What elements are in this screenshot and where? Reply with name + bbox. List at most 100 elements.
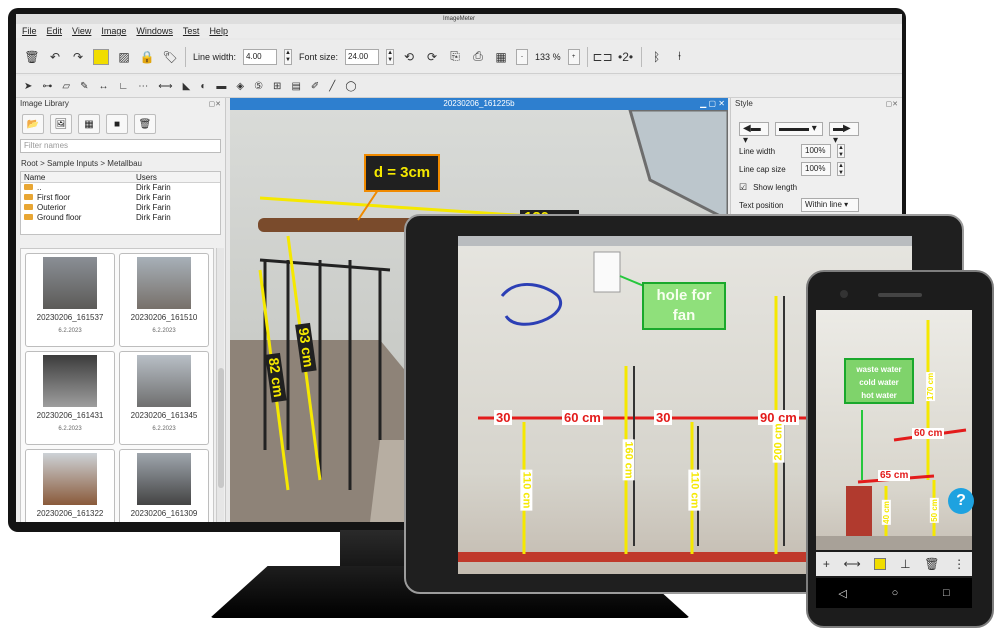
trash-icon[interactable]: 🗑	[24, 49, 40, 65]
menu-windows[interactable]: Windows	[136, 24, 173, 38]
undo-icon[interactable]: ↶	[47, 49, 63, 65]
area-tool-icon[interactable]: ◣	[183, 81, 191, 92]
label-110b[interactable]: 110 cm	[688, 469, 701, 511]
thumbnail-card[interactable]: 20230206_161309	[119, 449, 209, 522]
column-header-name[interactable]: Name	[21, 172, 133, 182]
label-30b[interactable]: 30	[654, 410, 673, 425]
delete-icon[interactable]: 🗑	[134, 114, 156, 134]
pen-tool-icon[interactable]: ✎	[80, 81, 88, 92]
label-60[interactable]: 60 cm	[562, 410, 603, 425]
image-icon[interactable]: 🖼	[50, 114, 72, 134]
home-icon[interactable]: ○	[892, 587, 899, 599]
brush-icon[interactable]: ⊥	[900, 557, 910, 571]
library-scrollbar[interactable]	[216, 248, 224, 522]
label-160[interactable]: 160 cm	[622, 439, 635, 481]
thumbnail-card[interactable]: 20230206_161431 6.2.2023	[25, 351, 115, 445]
angle-tool-icon[interactable]: ∟	[118, 81, 128, 92]
label-40[interactable]: 40 cm	[881, 500, 891, 525]
table-row[interactable]: Outerior Dirk Farin	[21, 203, 220, 213]
line-width-spinner[interactable]: ▲ ▼	[284, 48, 293, 65]
text-tool-icon[interactable]: ⊞	[273, 81, 281, 92]
add-icon[interactable]: +	[823, 557, 830, 571]
label-50[interactable]: 50 cm	[929, 498, 939, 523]
menu-test[interactable]: Test	[183, 24, 200, 38]
column-header-users[interactable]: Users	[133, 172, 213, 182]
no-fill-icon[interactable]: ▨	[116, 49, 132, 65]
chain-measure-tool-icon[interactable]: ⋯	[138, 81, 148, 92]
straight-line-tool-icon[interactable]: ╱	[329, 81, 335, 92]
help-button[interactable]: ?	[948, 488, 974, 514]
table-row[interactable]: Ground floor Dirk Farin	[21, 213, 220, 223]
arrow-end-select[interactable]: ▬▶ ▾	[829, 122, 859, 146]
rotate-left-icon[interactable]: ⟲	[401, 49, 417, 65]
label-65[interactable]: 65 cm	[878, 470, 911, 481]
table-row[interactable]: First floor Dirk Farin	[21, 193, 220, 203]
note-hole-for-fan[interactable]: hole for fan	[642, 282, 726, 330]
panel-controls-icon[interactable]: ▢✕	[209, 99, 221, 111]
menu-view[interactable]: View	[72, 24, 91, 38]
label-diameter[interactable]: d = 3cm	[364, 154, 440, 192]
label-30a[interactable]: 30	[494, 410, 513, 425]
zoom-out-button[interactable]: -	[516, 48, 529, 65]
arrow-start-select[interactable]: ◀▬ ▾	[739, 122, 769, 146]
freehand-tool-icon[interactable]: ✐	[311, 81, 319, 92]
open-folder-icon[interactable]: 📂	[22, 114, 44, 134]
recents-icon[interactable]: □	[943, 587, 950, 599]
line-tool-icon[interactable]: ⊶	[42, 81, 52, 92]
number-tool-icon[interactable]: ⑤	[254, 81, 263, 92]
thumbnail-card[interactable]: 20230206_161345 6.2.2023	[119, 351, 209, 445]
font-size-input[interactable]: 24.00	[345, 48, 380, 65]
line-width-input[interactable]: 4.00	[243, 48, 278, 65]
rectangle-tool-icon[interactable]: ▱	[62, 81, 70, 92]
dimension-icon[interactable]: •2•	[618, 49, 634, 65]
rotate-right-icon[interactable]: ⟳	[424, 49, 440, 65]
label-60[interactable]: 60 cm	[912, 428, 945, 439]
gallery-icon[interactable]: ▦	[78, 114, 100, 134]
menu-help[interactable]: Help	[209, 24, 228, 38]
bluetooth-icon[interactable]: ᛒ	[649, 49, 665, 65]
line-cap-input[interactable]: 100%	[801, 162, 831, 176]
rectangle-fill-tool-icon[interactable]: ▬	[216, 81, 226, 92]
panel-controls-icon[interactable]: ▢✕	[886, 99, 898, 111]
redo-icon[interactable]: ↷	[70, 49, 86, 65]
pointer-tool-icon[interactable]: ➤	[24, 81, 32, 92]
laser-device-icon[interactable]: ⍿	[672, 49, 688, 65]
measure-mode-icon[interactable]: ⊏⊐	[593, 49, 613, 65]
thumbnail-card[interactable]: 20230206_161537 6.2.2023	[25, 253, 115, 347]
menu-edit[interactable]: Edit	[47, 24, 63, 38]
table-row[interactable]: .. Dirk Farin	[21, 183, 220, 193]
filter-names-input[interactable]: Filter names	[20, 139, 221, 153]
back-icon[interactable]: ◁	[838, 587, 846, 600]
font-size-spinner[interactable]: ▲ ▼	[386, 48, 395, 65]
lock-icon[interactable]: 🔒	[139, 49, 155, 65]
zoom-in-button[interactable]: +	[567, 48, 580, 65]
label-200[interactable]: 200 cm	[772, 421, 785, 463]
window-controls-icon[interactable]: ▁ ▢ ✕	[700, 98, 725, 110]
tag-icon[interactable]: 🏷	[162, 49, 178, 65]
label-170[interactable]: 170 cm	[926, 371, 936, 402]
circle-tool-icon[interactable]: ◐	[200, 81, 206, 92]
line-width-percent-spinner[interactable]: ▲ ▼	[837, 144, 845, 158]
measure-icon[interactable]: ⟷	[844, 557, 861, 571]
ellipse-tool-icon[interactable]: ◯	[345, 81, 356, 92]
line-cap-spinner[interactable]: ▲ ▼	[837, 162, 845, 176]
color-swatch[interactable]	[93, 48, 109, 65]
image-print-icon[interactable]: ⎙	[470, 49, 486, 65]
image-settings-icon[interactable]: ▦	[493, 49, 509, 65]
line-width-percent-input[interactable]: 100%	[801, 144, 831, 158]
thumbnail-card[interactable]: 20230206_161322	[25, 449, 115, 522]
measure-line-tool-icon[interactable]: ↔	[98, 81, 108, 92]
line-style-select[interactable]: ▬▬▬ ▾	[775, 122, 823, 136]
menu-file[interactable]: File	[22, 24, 37, 38]
video-icon[interactable]: ■	[106, 114, 128, 134]
marker-tool-icon[interactable]: ◈	[236, 81, 244, 92]
note-water[interactable]: waste water cold water hot water	[844, 358, 914, 404]
color-swatch[interactable]	[874, 558, 887, 570]
label-110a[interactable]: 110 cm	[520, 469, 533, 511]
show-length-checkbox[interactable]: ☑	[739, 182, 747, 193]
menu-image[interactable]: Image	[101, 24, 126, 38]
double-arrow-tool-icon[interactable]: ⟷	[158, 81, 172, 92]
more-icon[interactable]: ⋮	[953, 557, 965, 571]
text-position-select[interactable]: Within line ▾	[801, 198, 859, 212]
phone-screen[interactable]: waste water cold water hot water 60 cm 6…	[816, 310, 972, 550]
